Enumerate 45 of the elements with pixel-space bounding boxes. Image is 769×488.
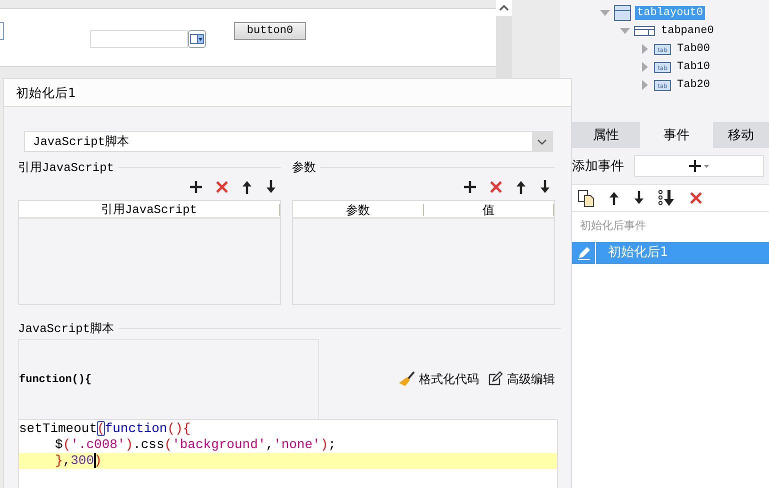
- delete-icon[interactable]: [489, 180, 503, 194]
- scroll-up-icon[interactable]: [496, 0, 512, 16]
- section-heading: 初始化后事件: [579, 218, 647, 234]
- code-line: setTimeout(function(){: [19, 421, 192, 437]
- broom-icon: [399, 371, 415, 387]
- add-icon[interactable]: [189, 180, 203, 194]
- arrow-down-icon[interactable]: [633, 191, 645, 205]
- panel-tab[interactable]: 移动: [712, 122, 769, 148]
- tree-item[interactable]: Tab20: [675, 78, 712, 92]
- code-editor[interactable]: setTimeout(function(){ $('.c008').css('background','none'); },300): [18, 419, 558, 488]
- delete-icon[interactable]: [215, 180, 229, 194]
- panel-tab[interactable]: 属性: [572, 122, 640, 148]
- dropdown-icon: [190, 34, 204, 44]
- arrow-up-icon[interactable]: [241, 180, 253, 194]
- section-title: 引用JavaScript: [18, 160, 114, 176]
- tree-item[interactable]: tabpane0: [659, 24, 716, 38]
- section-title: 参数: [292, 158, 316, 176]
- tree-item[interactable]: Tab00: [675, 42, 712, 56]
- tree-item[interactable]: Tab10: [675, 60, 712, 74]
- column-header[interactable]: 参数: [293, 204, 424, 216]
- code-line: $('.c008').css('background','none');: [54, 437, 337, 453]
- section-title: JavaScript脚本: [18, 320, 114, 336]
- arrow-up-icon[interactable]: [608, 191, 620, 205]
- edit-icon: [487, 371, 503, 387]
- copy-icon[interactable]: [578, 190, 595, 206]
- dropdown-button[interactable]: [188, 30, 206, 48]
- add-icon[interactable]: [463, 180, 477, 194]
- action-button[interactable]: 格式化代码: [399, 370, 479, 388]
- arrow-up-icon[interactable]: [515, 180, 527, 194]
- input-field[interactable]: [0, 22, 4, 40]
- plus-caret-icon: [688, 159, 710, 173]
- delete-icon[interactable]: [689, 191, 703, 205]
- move-to-bottom-icon[interactable]: [658, 190, 676, 206]
- arrow-down-icon[interactable]: [265, 180, 277, 194]
- script-type-select[interactable]: JavaScript脚本: [24, 131, 553, 152]
- tab-pane-icon: [634, 23, 655, 39]
- action-button[interactable]: 高级编辑: [487, 370, 555, 388]
- pencil-icon[interactable]: [576, 246, 590, 260]
- dialog-title: 初始化后1: [4, 79, 571, 107]
- column-header[interactable]: 值: [424, 204, 554, 216]
- add-event-label: 添加事件: [572, 158, 624, 175]
- layout-icon: [614, 5, 631, 21]
- arrow-down-icon[interactable]: [539, 180, 551, 194]
- canvas-button[interactable]: button0: [234, 22, 306, 40]
- chevron-down-icon: [537, 138, 547, 144]
